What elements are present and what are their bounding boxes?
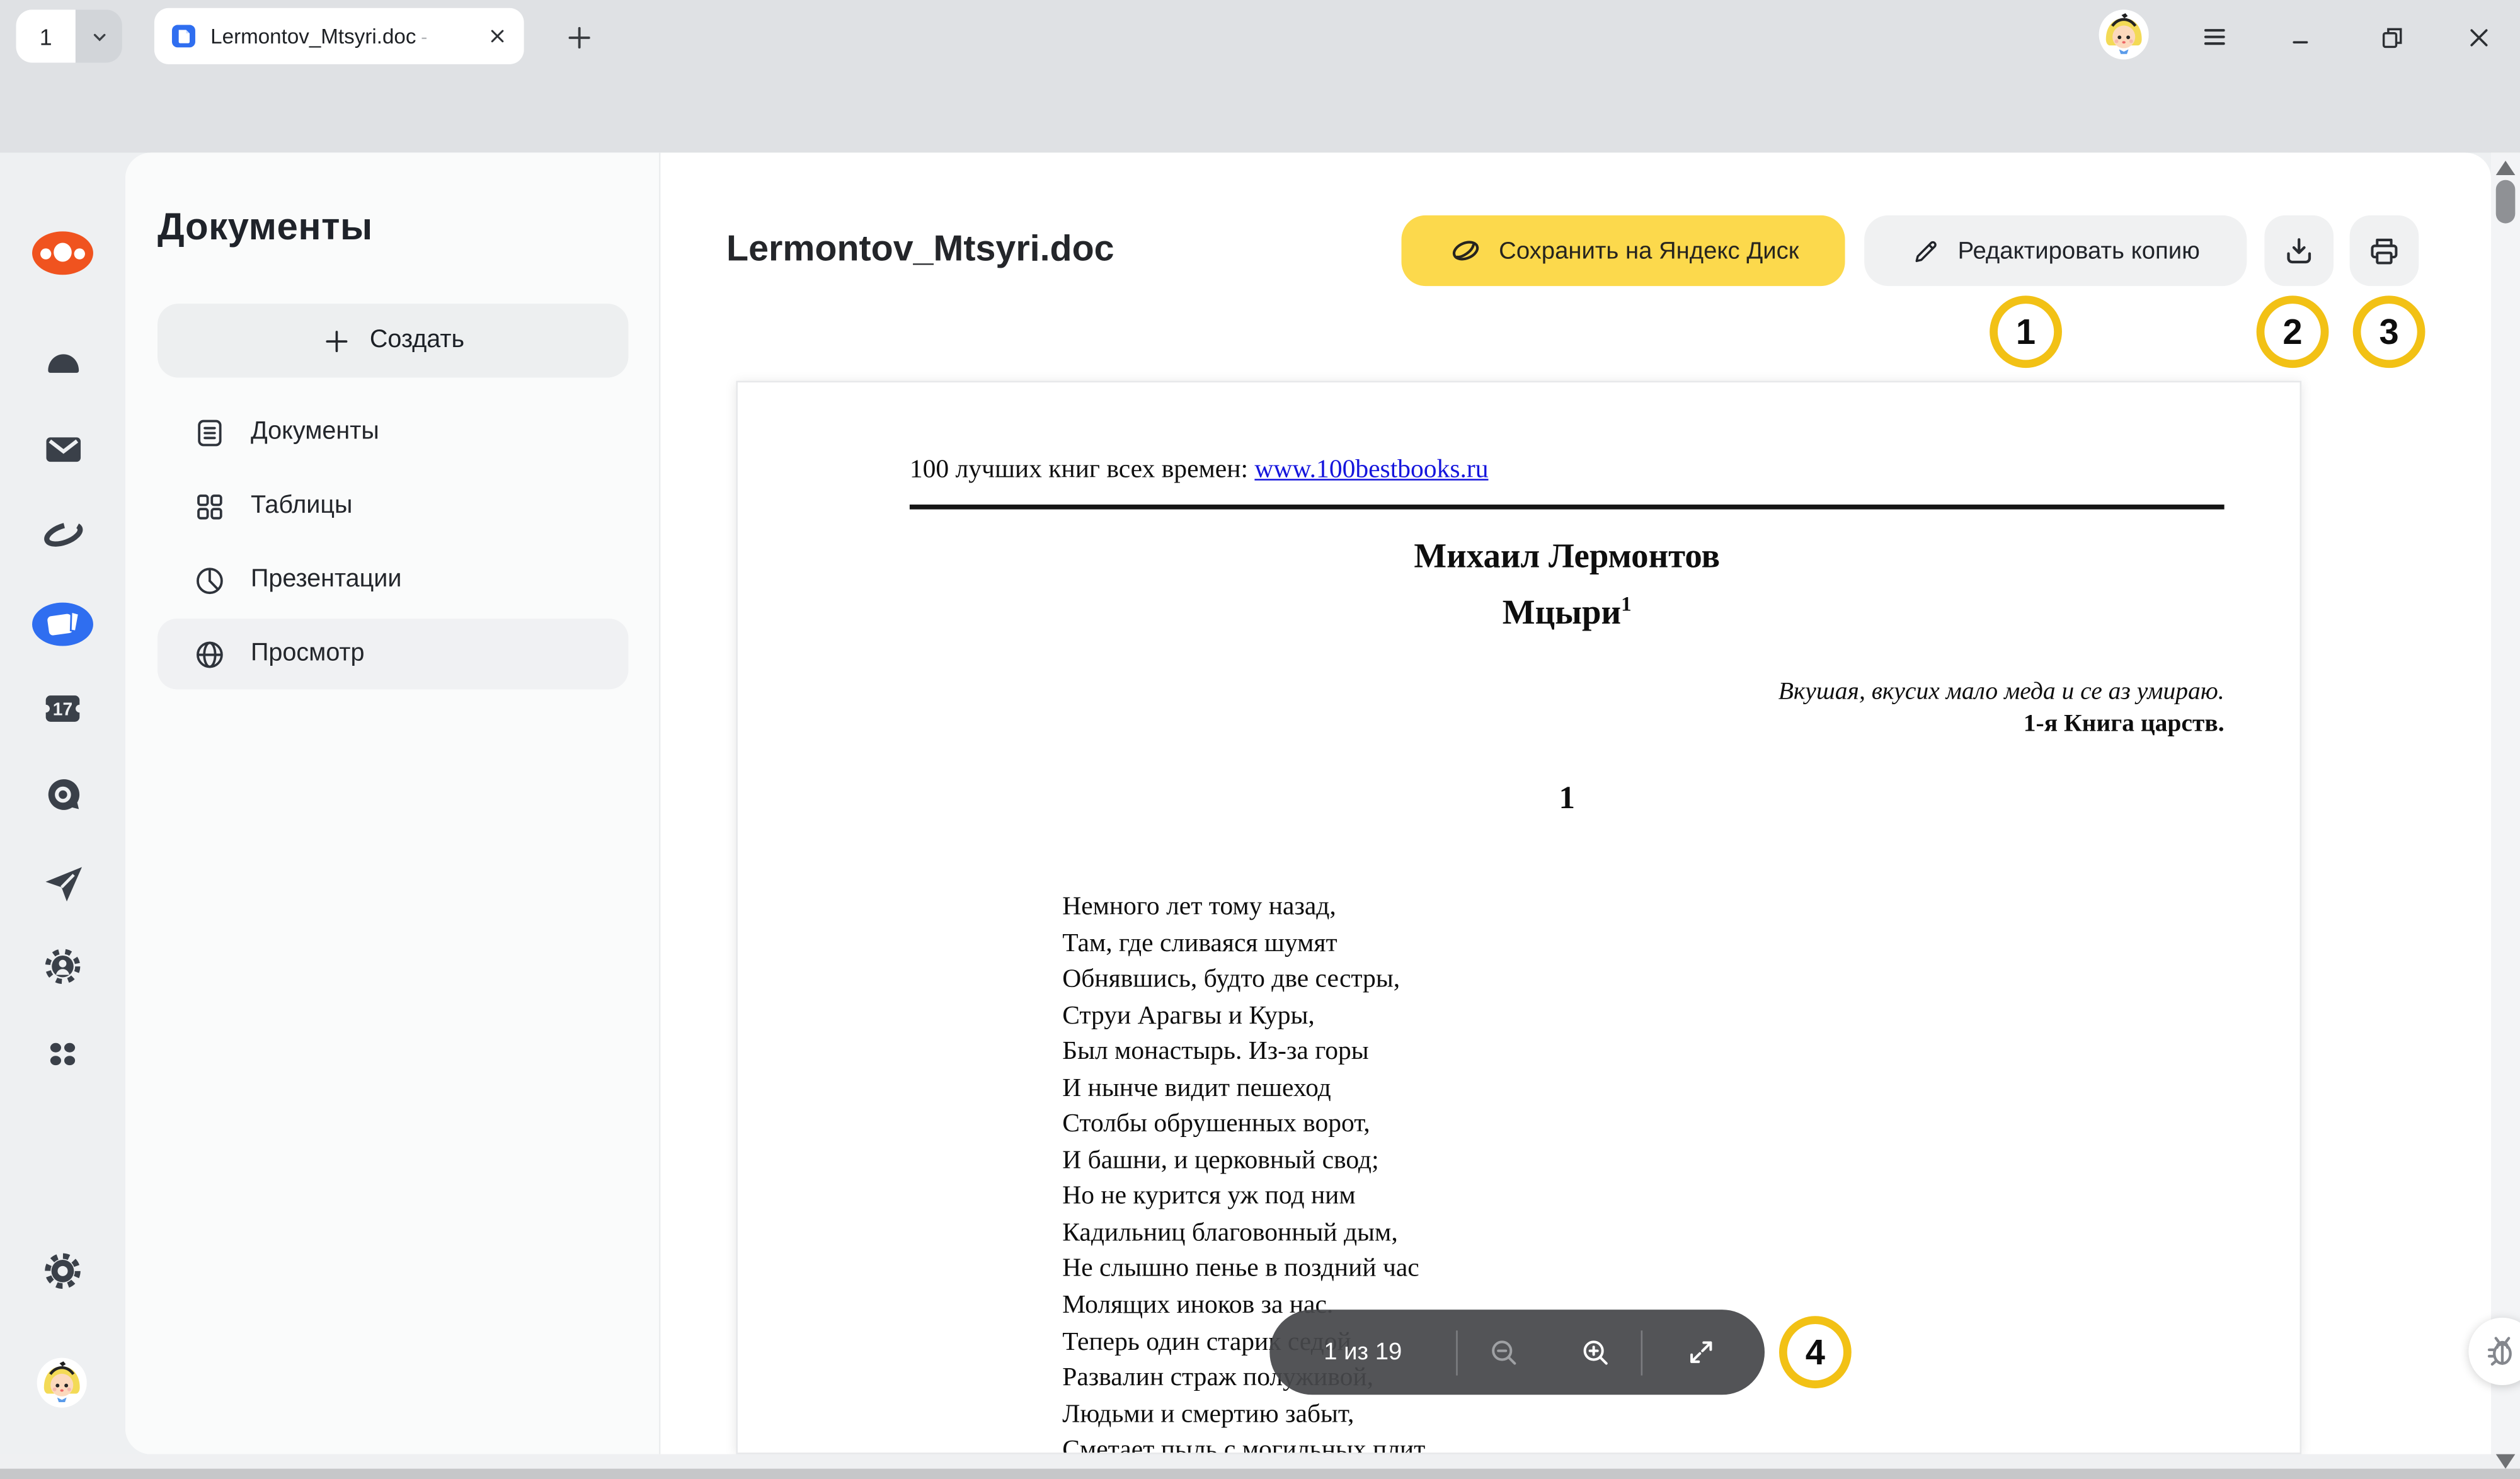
poem-line: Обнявшись, будто две сестры, — [1062, 961, 1429, 998]
pie-chart-icon — [193, 563, 227, 597]
page-counter: 1 из 19 — [1269, 1339, 1456, 1366]
tab-title-fade: - — [421, 25, 427, 48]
poem-line: Не слышно пенье в поздний час — [1062, 1251, 1429, 1288]
yandex-start-icon[interactable] — [0, 227, 125, 278]
zoom-in-button[interactable] — [1549, 1335, 1641, 1369]
sidebar-item-view[interactable]: Просмотр — [158, 619, 628, 689]
all-services-grid-icon[interactable] — [0, 1032, 125, 1076]
poem-line: Кадильниц благовонный дым, — [1062, 1214, 1429, 1251]
maximize-button[interactable] — [2366, 13, 2417, 61]
docs-service-icon-active[interactable] — [0, 598, 125, 649]
callout-4: 4 — [1779, 1316, 1852, 1388]
poem-line: Струи Арагвы и Куры, — [1062, 997, 1429, 1034]
doc-header-rule — [910, 505, 2225, 508]
scrollbar-thumb[interactable] — [2496, 180, 2516, 224]
scrollbar-down-arrow[interactable] — [2496, 1454, 2516, 1469]
pencil-icon — [1911, 236, 1942, 266]
document-icon — [193, 415, 227, 449]
profile-avatar[interactable] — [2099, 9, 2149, 59]
doc-epigraph-source: 1-я Книга царств. — [910, 711, 2225, 740]
doc-header-link[interactable]: www.100bestbooks.ru — [1254, 453, 1488, 483]
tab-group-count[interactable]: 1 — [16, 9, 76, 62]
paper-plane-icon[interactable] — [0, 860, 125, 905]
doc-header-line: 100 лучших книг всех времен: www.100best… — [910, 453, 2225, 485]
save-to-disk-button[interactable]: Сохранить на Яндекс Диск — [1401, 215, 1845, 286]
poem-line: Людьми и смертию забыт, — [1062, 1396, 1429, 1432]
document-title: Lermontov_Mtsyri.doc — [726, 228, 1114, 270]
sidebar-item-label: Просмотр — [251, 639, 365, 668]
plus-icon — [321, 326, 352, 356]
rail-profile-avatar[interactable] — [37, 1358, 87, 1408]
poem-line: Столбы обрушенных ворот, — [1062, 1106, 1429, 1143]
save-to-disk-label: Сохранить на Яндекс Диск — [1499, 237, 1799, 264]
sidebar-item-label: Документы — [251, 418, 379, 447]
yandex-disk-icon — [1448, 233, 1483, 268]
globe-icon — [193, 637, 227, 671]
cloud-icon[interactable] — [0, 339, 125, 384]
callout-3: 3 — [2353, 295, 2426, 368]
dzen-icon[interactable] — [0, 511, 125, 556]
chevron-down-icon[interactable] — [76, 9, 122, 62]
mail-icon[interactable] — [0, 426, 125, 471]
scrollbar-track[interactable] — [2491, 152, 2520, 1454]
fullscreen-button[interactable] — [1642, 1337, 1758, 1367]
download-doc-button[interactable] — [2264, 215, 2334, 286]
sidebar-item-label: Таблицы — [251, 492, 352, 521]
callout-1: 1 — [1990, 295, 2062, 368]
viewer-toolbar: 1 из 19 — [1269, 1310, 1765, 1395]
sidebar-item-documents[interactable]: Документы — [158, 397, 628, 467]
zoom-out-button[interactable] — [1458, 1335, 1549, 1369]
svg-text:17: 17 — [53, 699, 72, 719]
poem-line: Был монастырь. Из-за горы — [1062, 1034, 1429, 1070]
edit-copy-label: Редактировать копию — [1958, 237, 2200, 264]
create-label: Создать — [370, 326, 464, 355]
edit-copy-button[interactable]: Редактировать копию — [1864, 215, 2247, 286]
callout-2: 2 — [2257, 295, 2329, 368]
browser-menu-icon[interactable] — [2189, 13, 2240, 61]
poem-line: Сметает пыль с могильных плит, — [1062, 1432, 1429, 1454]
poem-line: Там, где сливаяся шумят — [1062, 925, 1429, 961]
create-button[interactable]: Создать — [158, 304, 628, 377]
window-bottom-edge — [0, 1468, 2520, 1479]
doc-poem-title: Мцыри1 — [910, 580, 2225, 637]
settings-gear-icon[interactable] — [0, 1248, 125, 1293]
messenger-icon[interactable] — [0, 771, 125, 816]
tab-group-pill[interactable]: 1 — [16, 9, 122, 62]
sidebar-item-presentations[interactable]: Презентации — [158, 545, 628, 615]
doc-header-text: 100 лучших книг всех времен: — [910, 453, 1255, 483]
poem-line: И нынче видит пешеход — [1062, 1070, 1429, 1106]
sidebar-title: Документы — [158, 206, 373, 249]
new-tab-button[interactable] — [553, 13, 605, 61]
active-tab[interactable]: Lermontov_Mtsyri.doc - — [154, 8, 524, 64]
tab-close-icon[interactable] — [487, 26, 508, 47]
docs-favicon — [170, 23, 197, 50]
sidebar-item-label: Презентации — [251, 566, 402, 595]
tab-title: Lermontov_Mtsyri.doc — [210, 24, 416, 48]
doc-epigraph: Вкушая, вкусих мало меда и се аз умираю. — [910, 675, 2225, 709]
browser-window: 1 Lermontov_Mtsyri.doc - — [0, 0, 2520, 1479]
address-toolbar: docs.yandex.ru Lermontov_Mtsyri.doc - Ян… — [0, 72, 2520, 153]
minimize-button[interactable] — [2276, 13, 2327, 61]
window-close-button[interactable] — [2453, 13, 2504, 61]
doc-section-number: 1 — [910, 781, 2225, 818]
doc-author: Михаил Лермонтов — [910, 534, 2225, 580]
document-page: 100 лучших книг всех времен: www.100best… — [736, 381, 2301, 1454]
poem-line: Но не курится уж под ним — [1062, 1179, 1429, 1215]
users-settings-icon[interactable] — [0, 945, 125, 990]
footnote-mark: 1 — [1621, 591, 1632, 615]
print-doc-button[interactable] — [2350, 215, 2419, 286]
ticket-17-icon[interactable]: 17 — [0, 686, 125, 731]
scrollbar-up-arrow[interactable] — [2496, 161, 2516, 175]
doc-author-block: Михаил Лермонтов Мцыри1 — [910, 534, 2225, 637]
tab-bar: 1 Lermontov_Mtsyri.doc - — [0, 0, 2520, 72]
tables-grid-icon — [193, 489, 227, 523]
sidebar-item-tables[interactable]: Таблицы — [158, 471, 628, 541]
bottom-strip — [0, 1454, 2520, 1468]
poem-line: И башни, и церковный свод; — [1062, 1142, 1429, 1179]
poem-line: Немного лет тому назад, — [1062, 889, 1429, 925]
